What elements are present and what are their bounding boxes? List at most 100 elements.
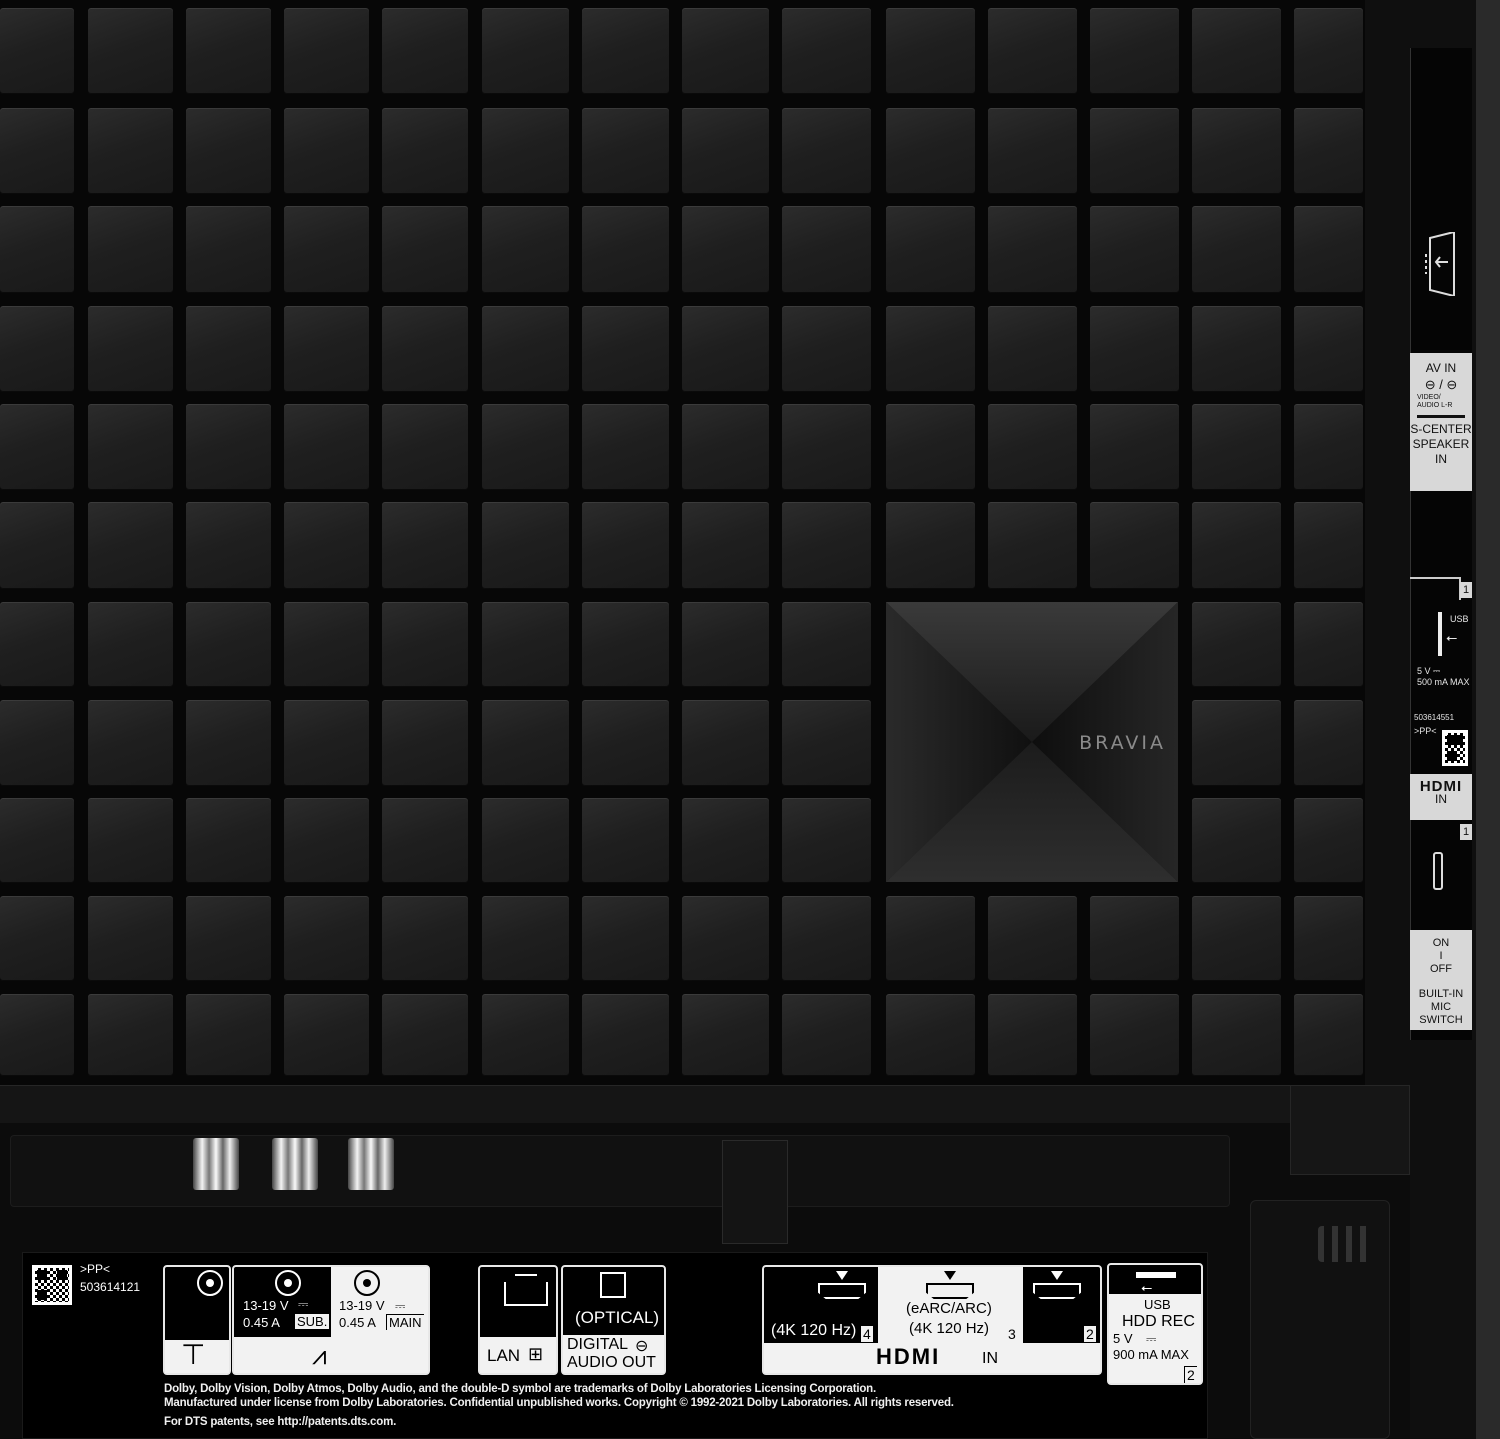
cover-tile	[682, 700, 769, 786]
cover-tile	[1294, 108, 1363, 194]
hdmi2-port-icon[interactable]	[1033, 1283, 1081, 1299]
cover-tile	[582, 502, 669, 589]
hdmi-in-label: IN	[982, 1350, 998, 1367]
hdmi-logo: HDMI	[876, 1344, 941, 1369]
cover-tile	[482, 798, 569, 883]
cover-tile	[682, 798, 769, 883]
side-hdmi-label: HDMI IN	[1410, 774, 1472, 820]
cover-tile	[682, 502, 769, 589]
main-coax-icon[interactable]	[354, 1270, 380, 1296]
hdmi4-port-icon[interactable]	[818, 1283, 866, 1299]
cover-tile	[0, 700, 74, 786]
rca-jack-2[interactable]	[272, 1138, 318, 1190]
hdmi2-number: 2	[1084, 1326, 1096, 1342]
cover-tile	[0, 108, 74, 194]
cover-tile	[582, 206, 669, 293]
cover-tile	[782, 700, 871, 786]
rca-jack-3[interactable]	[348, 1138, 394, 1190]
cover-tile	[682, 896, 769, 981]
cover-tile	[186, 108, 271, 194]
cover-tile	[88, 404, 173, 490]
cover-tile	[988, 896, 1077, 981]
satellite-label-bg	[234, 1337, 428, 1373]
cover-tile	[88, 602, 173, 687]
satellite-dish-icon: ⩘	[312, 1340, 327, 1370]
cover-tile	[988, 306, 1077, 392]
cover-tile	[1192, 700, 1281, 786]
cover-tile	[1294, 404, 1363, 490]
network-icon: ⊞	[528, 1344, 544, 1364]
cover-tile	[88, 206, 173, 293]
cover-tile	[1192, 896, 1281, 981]
usb-current: 900 mA MAX	[1113, 1347, 1189, 1362]
av-in-subtitle: VIDEO/ AUDIO L-R	[1417, 394, 1453, 409]
sub-coax-icon[interactable]	[275, 1270, 301, 1296]
cover-tile	[1294, 502, 1363, 589]
usb-port-slot[interactable]	[1438, 612, 1442, 656]
cover-tile	[186, 896, 271, 981]
cover-tile	[0, 798, 74, 883]
hdmi3-arc: (eARC/ARC)	[906, 1300, 992, 1317]
hdmi3-port-icon[interactable]	[926, 1283, 974, 1299]
cover-tile	[782, 108, 871, 194]
legal-line-3: For DTS patents, see http://patents.dts.…	[164, 1416, 397, 1428]
cover-tile	[682, 602, 769, 687]
cover-tile	[1192, 994, 1281, 1076]
antenna-icon: ⊤	[181, 1339, 206, 1370]
cover-tile	[582, 994, 669, 1076]
hdmi4-rate: (4K 120 Hz)	[771, 1322, 857, 1339]
cover-tile	[1294, 994, 1363, 1076]
cover-tile	[582, 306, 669, 392]
hdmi3-rate: (4K 120 Hz)	[909, 1320, 990, 1337]
cover-tile	[582, 602, 669, 687]
cover-tile	[186, 798, 271, 883]
av-in-jack-icons: ⊖ / ⊖	[1424, 377, 1458, 392]
usb-port-slot-bottom[interactable]	[1136, 1272, 1176, 1278]
mic-switch-label[interactable]: ON I OFF BUILT-IN MIC SWITCH	[1410, 930, 1472, 1030]
back-cover-panel	[0, 0, 1365, 1085]
cover-tile	[682, 206, 769, 293]
lan-label: LAN	[487, 1346, 521, 1365]
optical-port-icon[interactable]	[600, 1272, 626, 1298]
cover-tile	[284, 306, 369, 392]
cover-tile	[1294, 602, 1363, 687]
cover-tile	[284, 602, 369, 687]
cover-tile	[382, 994, 468, 1076]
cover-tile	[482, 502, 569, 589]
legal-line-2: Manufactured under license from Dolby La…	[164, 1397, 954, 1409]
antenna-coax-icon[interactable]	[197, 1270, 223, 1296]
side-hdmi-port[interactable]	[1433, 852, 1443, 890]
cover-tile	[1192, 306, 1281, 392]
usb-icon: ⭠	[1446, 629, 1458, 645]
hdmi2-arrow-icon	[1051, 1271, 1063, 1280]
cover-tile	[582, 108, 669, 194]
main-current: 0.45 A	[339, 1315, 376, 1330]
cover-tile	[482, 306, 569, 392]
cover-tile	[88, 798, 173, 883]
cover-tile	[482, 994, 569, 1076]
side-connector-panel	[1410, 48, 1472, 1040]
mic-off-text: OFF	[1430, 963, 1452, 975]
side-pp-mark: >PP<	[1414, 726, 1437, 736]
cover-tile	[782, 306, 871, 392]
cover-tile	[1192, 206, 1281, 293]
cover-tile	[1192, 798, 1281, 883]
cover-tile	[382, 206, 468, 293]
cover-tile	[1192, 502, 1281, 589]
audio-out-icon: ⊖	[635, 1338, 649, 1355]
cover-tile	[988, 108, 1077, 194]
cover-tile	[582, 798, 669, 883]
cover-tile	[682, 8, 769, 94]
rca-jack-1[interactable]	[193, 1138, 239, 1190]
cover-tile	[782, 994, 871, 1076]
cover-tile	[284, 896, 369, 981]
optical-label: (OPTICAL)	[575, 1308, 660, 1327]
usb-voltage: 5 V	[1113, 1331, 1133, 1346]
cover-tile	[886, 502, 975, 589]
cover-tile	[1090, 896, 1179, 981]
cover-tile	[1090, 994, 1179, 1076]
cover-tile	[186, 306, 271, 392]
cover-tile	[782, 404, 871, 490]
cover-tile	[284, 700, 369, 786]
cover-tile	[482, 206, 569, 293]
